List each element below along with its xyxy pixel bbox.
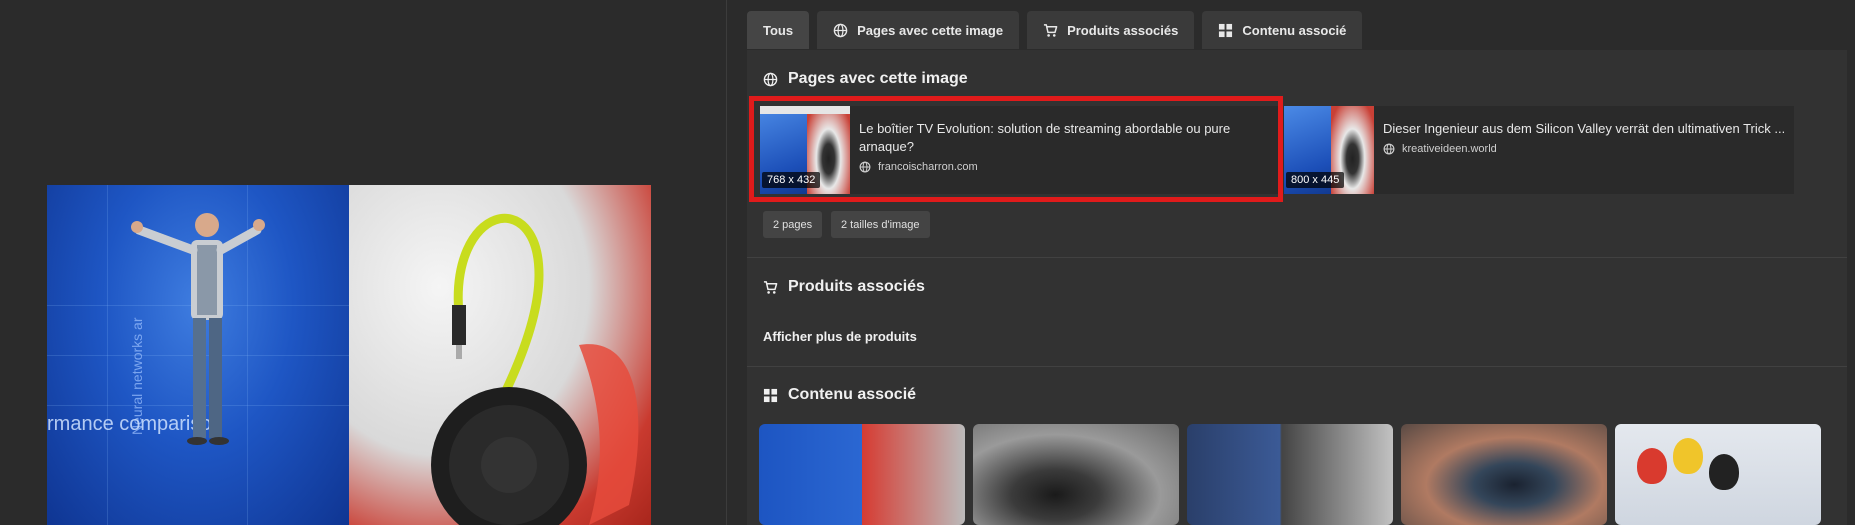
globe-icon: [833, 23, 848, 37]
results-panel: Pages avec cette image 768 x 432 Le boît…: [747, 50, 1847, 525]
tab-pages-with-image[interactable]: Pages avec cette image: [817, 11, 1020, 49]
page-result-source[interactable]: francoischarron.com: [859, 161, 1270, 173]
image-size-badge: 800 x 445: [1286, 172, 1345, 188]
query-image[interactable]: Neural networks ar rmance compariso: [47, 185, 651, 525]
page-result-card[interactable]: 768 x 432 Le boîtier TV Evolution: solut…: [760, 106, 1280, 194]
image-preview-pane: Neural networks ar rmance compariso: [0, 0, 726, 525]
page-result-domain: kreativeideen.world: [1402, 143, 1497, 155]
show-more-products-link[interactable]: Afficher plus de produits: [763, 329, 917, 344]
page-result-title[interactable]: Dieser Ingenieur aus dem Silicon Valley …: [1383, 120, 1784, 138]
pane-divider: [726, 0, 727, 525]
grid-icon: [763, 388, 778, 402]
grid-icon: [1219, 23, 1233, 37]
page-result-source[interactable]: kreativeideen.world: [1383, 143, 1784, 155]
cart-icon: [763, 280, 778, 294]
preview-right-half: [349, 185, 651, 525]
tab-related-products[interactable]: Produits associés: [1027, 11, 1195, 49]
products-section-label: Produits associés: [788, 278, 925, 295]
globe-icon: [1383, 143, 1395, 155]
related-section-title: Contenu associé: [763, 386, 916, 404]
page-result-thumbnail[interactable]: 800 x 445: [1284, 106, 1374, 194]
page-result-thumbnail[interactable]: 768 x 432: [760, 106, 850, 194]
results-tabs: Tous Pages avec cette image Produits ass…: [747, 11, 1363, 51]
pages-section-label: Pages avec cette image: [788, 70, 968, 87]
tab-all-label: Tous: [763, 22, 794, 38]
globe-icon: [859, 161, 871, 173]
products-section-title: Produits associés: [763, 278, 925, 296]
related-image-3[interactable]: [1187, 424, 1393, 525]
section-divider: [747, 366, 1847, 367]
app-root: Neural networks ar rmance compariso Tous…: [0, 0, 1855, 525]
page-result-title[interactable]: Le boîtier TV Evolution: solution de str…: [859, 120, 1270, 156]
preview-left-half: Neural networks ar rmance compariso: [47, 185, 349, 525]
pages-section-title: Pages avec cette image: [763, 70, 968, 88]
related-image-5[interactable]: [1615, 424, 1821, 525]
tab-all[interactable]: Tous: [747, 11, 810, 49]
tab-related-content[interactable]: Contenu associé: [1202, 11, 1363, 49]
pages-count-chip[interactable]: 2 pages: [763, 211, 823, 238]
page-result-domain: francoischarron.com: [878, 161, 978, 173]
section-divider: [747, 257, 1847, 258]
globe-icon: [763, 72, 778, 86]
related-section-label: Contenu associé: [788, 386, 917, 403]
related-image-4[interactable]: [1401, 424, 1607, 525]
tab-products-label: Produits associés: [1067, 22, 1179, 38]
chromecast-device: [431, 213, 639, 525]
tab-pages-label: Pages avec cette image: [857, 22, 1004, 38]
presenter-figure: [131, 213, 265, 445]
tab-content-label: Contenu associé: [1242, 22, 1347, 38]
related-image-2[interactable]: [973, 424, 1179, 525]
page-result-card[interactable]: 800 x 445 Dieser Ingenieur aus dem Silic…: [1284, 106, 1794, 194]
image-sizes-chip[interactable]: 2 tailles d'image: [831, 211, 930, 238]
image-size-badge: 768 x 432: [762, 172, 821, 188]
cart-icon: [1044, 23, 1058, 37]
related-image-1[interactable]: [759, 424, 965, 525]
